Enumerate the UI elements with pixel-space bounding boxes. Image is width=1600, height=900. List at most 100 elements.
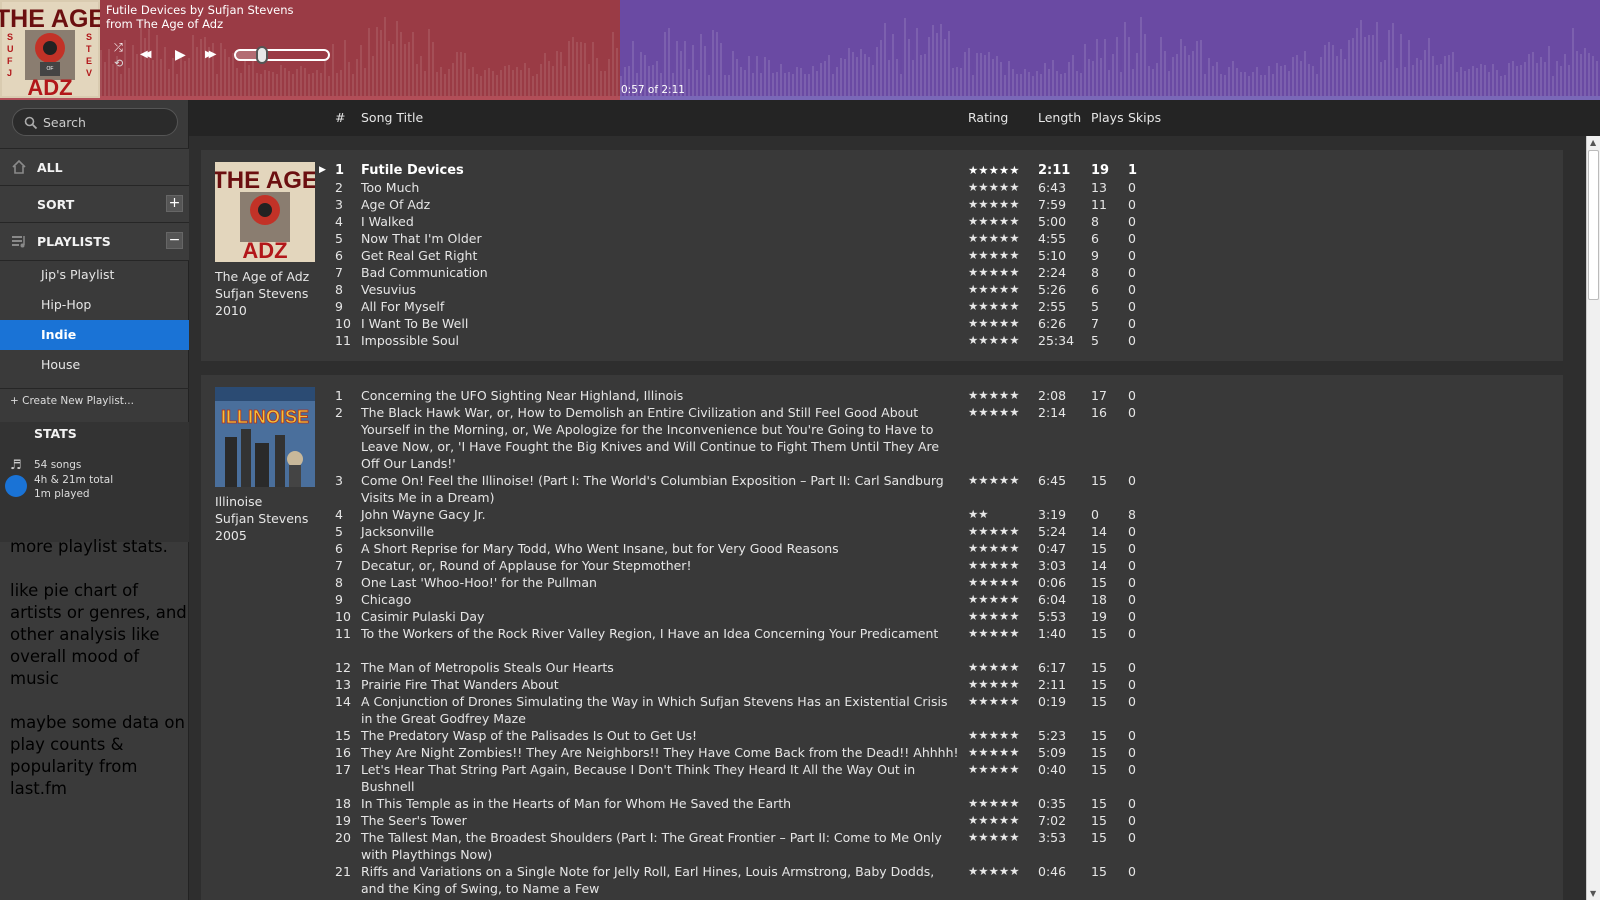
track-rating[interactable]: ★★★★★ [968,693,1020,710]
track-rating[interactable]: ★★★★★ [968,162,1020,179]
scrollbar[interactable]: ▲ ▼ [1586,136,1600,900]
track-rating[interactable]: ★★★★★ [968,264,1020,281]
track-rating[interactable]: ★★★★★ [968,472,1020,489]
track-row[interactable]: 10 Casimir Pulaski Day ★★★★★ 5:53 19 0 [201,608,1563,625]
track-row[interactable]: 16 They Are Night Zombies!! They Are Neig… [201,744,1563,761]
track-row[interactable]: 2 Too Much ★★★★★ 6:43 13 0 [201,179,1563,196]
sidebar-item-playlist[interactable]: Hip-Hop [0,290,189,320]
track-rating[interactable]: ★★★★★ [968,574,1020,591]
track-row[interactable]: 1 Concerning the UFO Sighting Near Highla… [201,387,1563,404]
volume-slider[interactable] [234,46,330,64]
track-rating[interactable]: ★★★★★ [968,196,1020,213]
track-row[interactable]: 11 Impossible Soul ★★★★★ 25:34 5 0 [201,332,1563,349]
sidebar-item-playlists[interactable]: PLAYLISTS − [0,223,189,260]
track-rating[interactable]: ★★★★★ [968,812,1020,829]
scroll-down-icon[interactable]: ▼ [1590,889,1596,898]
track-row[interactable]: 6 A Short Reprise for Mary Todd, Who Went… [201,540,1563,557]
sort-expand-button[interactable]: + [166,195,183,212]
track-length: 2:55 [1038,299,1067,314]
track-row[interactable]: 15 The Predatory Wasp of the Palisades Is… [201,727,1563,744]
track-row[interactable]: 4 I Walked ★★★★★ 5:00 8 0 [201,213,1563,230]
volume-knob[interactable] [256,46,268,64]
track-row[interactable]: 3 Age Of Adz ★★★★★ 7:59 11 0 [201,196,1563,213]
track-number: 7 [335,265,343,280]
track-rating[interactable]: ★★★★★ [968,332,1020,349]
track-row[interactable]: 5 Now That I'm Older ★★★★★ 4:55 6 0 [201,230,1563,247]
track-row[interactable]: 18 In This Temple as in the Hearts of Man… [201,795,1563,812]
track-row[interactable]: 19 The Seer's Tower ★★★★★ 7:02 15 0 [201,812,1563,829]
track-number: 8 [335,282,343,297]
track-rating[interactable]: ★★★★★ [968,863,1020,880]
track-rating[interactable]: ★★★★★ [968,523,1020,540]
sidebar-item-sort[interactable]: SORT + [0,186,189,222]
track-plays: 15 [1091,813,1107,828]
track-rating[interactable]: ★★★★★ [968,230,1020,247]
column-song-title[interactable]: Song Title [361,110,423,125]
search-input[interactable] [43,113,173,131]
track-row[interactable]: 17 Let's Hear That String Part Again, Bec… [201,761,1563,795]
waveform-player[interactable]: THE AGE OF ADZ S U F J S T E V Futile De… [0,0,1600,100]
track-row[interactable]: 2 The Black Hawk War, or, How to Demolish… [201,404,1563,472]
track-number: 8 [335,575,343,590]
track-rating[interactable]: ★★★★★ [968,540,1020,557]
track-row[interactable]: 8 Vesuvius ★★★★★ 5:26 6 0 [201,281,1563,298]
sidebar-item-playlist[interactable]: Indie [0,320,189,350]
column-length[interactable]: Length [1038,110,1081,125]
track-row[interactable]: 11 To the Workers of the Rock River Valle… [201,625,1563,659]
track-row[interactable]: 3 Come On! Feel the Illinoise! (Part I: T… [201,472,1563,506]
track-rating[interactable]: ★★★★★ [968,608,1020,625]
sidebar-item-all[interactable]: ALL [0,149,189,185]
play-icon[interactable]: ▶ [175,48,186,62]
column-plays[interactable]: Plays [1091,110,1124,125]
track-rating[interactable]: ★★★★★ [968,676,1020,693]
track-row[interactable]: 7 Bad Communication ★★★★★ 2:24 8 0 [201,264,1563,281]
shuffle-icon[interactable]: ⤮ [114,41,123,55]
track-rating[interactable]: ★★★★★ [968,315,1020,332]
track-row[interactable]: 10 I Want To Be Well ★★★★★ 6:26 7 0 [201,315,1563,332]
scroll-up-icon[interactable]: ▲ [1590,138,1596,147]
track-rating[interactable]: ★★★★★ [968,727,1020,744]
track-rating[interactable]: ★★★★★ [968,298,1020,315]
track-row[interactable]: 8 One Last 'Whoo-Hoo!' for the Pullman ★★★… [201,574,1563,591]
track-rating[interactable]: ★★★★★ [968,387,1020,404]
track-number: 10 [335,316,351,331]
track-row[interactable]: 9 Chicago ★★★★★ 6:04 18 0 [201,591,1563,608]
track-rating[interactable]: ★★★★★ [968,795,1020,812]
column-skips[interactable]: Skips [1128,110,1161,125]
track-row[interactable]: 21 Riffs and Variations on a Single Note … [201,863,1563,897]
track-row[interactable]: 6 Get Real Get Right ★★★★★ 5:10 9 0 [201,247,1563,264]
track-rating[interactable]: ★★★★★ [968,179,1020,196]
track-rating[interactable]: ★★★★★ [968,744,1020,761]
track-row[interactable]: 12 The Man of Metropolis Steals Our Heart… [201,659,1563,676]
track-rating[interactable]: ★★★★★ [968,829,1020,846]
track-rating[interactable]: ★★★★★ [968,659,1020,676]
playlists-collapse-button[interactable]: − [166,232,183,249]
track-rating[interactable]: ★★★★★ [968,761,1020,778]
sidebar-item-playlist[interactable]: Jip's Playlist [0,260,189,290]
track-row[interactable]: 4 John Wayne Gacy Jr. ★★ 3:19 0 8 [201,506,1563,523]
track-rating[interactable]: ★★★★★ [968,404,1020,421]
track-row[interactable]: 14 A Conjunction of Drones Simulating the… [201,693,1563,727]
track-rating[interactable]: ★★★★★ [968,247,1020,264]
scrollbar-thumb[interactable] [1588,150,1599,300]
create-playlist-button[interactable]: + Create New Playlist... [10,395,134,407]
track-rating[interactable]: ★★ [968,506,989,523]
column-number[interactable]: # [335,110,345,125]
track-row[interactable]: ▶ 1 Futile Devices ★★★★★ 2:11 19 1 [201,162,1563,179]
rewind-icon[interactable]: ◀◀ [140,48,152,62]
track-row[interactable]: 9 All For Myself ★★★★★ 2:55 5 0 [201,298,1563,315]
fast-forward-icon[interactable]: ▶▶ [205,48,217,62]
track-rating[interactable]: ★★★★★ [968,281,1020,298]
search-box[interactable] [12,108,178,136]
track-row[interactable]: 5 Jacksonville ★★★★★ 5:24 14 0 [201,523,1563,540]
track-rating[interactable]: ★★★★★ [968,213,1020,230]
track-row[interactable]: 7 Decatur, or, Round of Applause for Your… [201,557,1563,574]
track-rating[interactable]: ★★★★★ [968,557,1020,574]
track-rating[interactable]: ★★★★★ [968,625,1020,642]
track-row[interactable]: 13 Prairie Fire That Wanders About ★★★★★ 2:… [201,676,1563,693]
track-row[interactable]: 20 The Tallest Man, the Broadest Shoulder… [201,829,1563,863]
column-rating[interactable]: Rating [968,110,1008,125]
sidebar-item-playlist[interactable]: House [0,350,189,380]
track-rating[interactable]: ★★★★★ [968,591,1020,608]
repeat-icon[interactable]: ⟲ [114,57,123,71]
